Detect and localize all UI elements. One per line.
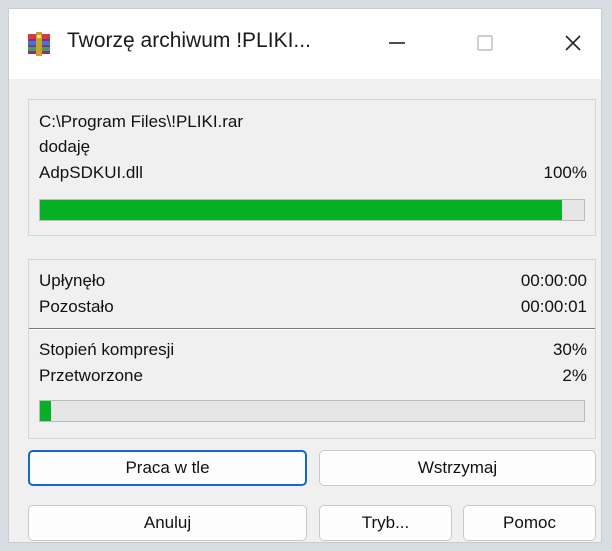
current-file: AdpSDKUI.dll — [39, 163, 143, 182]
file-progress-group: C:\Program Files\!PLIKI.rar dodaję AdpSD… — [28, 99, 596, 236]
window-title: Tworzę archiwum !PLIKI... — [67, 29, 311, 52]
stats-group: Upłynęło 00:00:00 Pozostało 00:00:01 Sto… — [28, 259, 596, 439]
winrar-icon — [28, 32, 50, 56]
minimize-icon — [389, 42, 405, 44]
file-percent: 100% — [543, 163, 587, 182]
processed-label: Przetworzone — [39, 366, 143, 385]
processed-value: 2% — [562, 366, 587, 385]
file-progress-fill — [40, 200, 563, 220]
total-progress-fill — [40, 401, 51, 421]
title-bar[interactable]: Tworzę archiwum !PLIKI... — [9, 9, 601, 79]
maximize-button — [461, 23, 509, 63]
cancel-button[interactable]: Anuluj — [28, 505, 307, 541]
help-button[interactable]: Pomoc — [463, 505, 596, 541]
background-button[interactable]: Praca w tle — [28, 450, 307, 486]
compression-value: 30% — [552, 340, 587, 359]
elapsed-label: Upłynęło — [39, 271, 106, 290]
compression-label: Stopień kompresji — [39, 340, 175, 359]
archive-path: C:\Program Files\!PLIKI.rar — [39, 112, 244, 131]
close-button[interactable] — [549, 23, 597, 63]
close-icon — [565, 35, 581, 51]
elapsed-value: 00:00:00 — [520, 271, 587, 290]
stats-divider — [29, 328, 595, 330]
mode-button[interactable]: Tryb... — [319, 505, 452, 541]
file-progress-bar — [39, 199, 585, 221]
pause-button[interactable]: Wstrzymaj — [319, 450, 596, 486]
archive-progress-window: Tworzę archiwum !PLIKI... C:\Program Fil… — [8, 8, 602, 543]
maximize-icon — [477, 35, 493, 51]
remaining-value: 00:00:01 — [520, 297, 587, 316]
total-progress-bar — [39, 400, 585, 422]
minimize-button[interactable] — [373, 23, 421, 63]
action-label: dodaję — [39, 137, 91, 156]
remaining-label: Pozostało — [39, 297, 114, 316]
